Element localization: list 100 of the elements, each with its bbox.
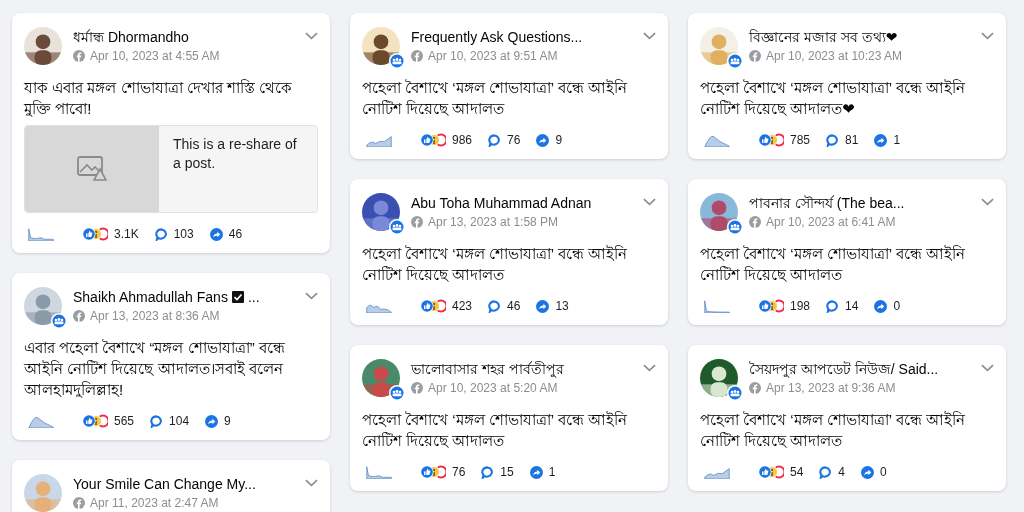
comment-icon (154, 227, 168, 241)
comment-count: 14 (845, 299, 859, 313)
page-name[interactable]: সৈয়দপুর আপডেট নিউজ/ Said... (749, 360, 939, 378)
share-icon (861, 465, 875, 479)
comment-count: 104 (169, 414, 190, 428)
share-icon (536, 133, 550, 147)
page-name[interactable]: বিজ্ঞানের মজার সব তথ্য❤ (749, 28, 898, 46)
comment-icon (819, 465, 833, 479)
post-text: পহেলা বৈশাখে ‘মঙ্গল শোভাযাত্রা’ বন্ধে আইনি নোটিশ দিয়েছে আদালত (362, 244, 628, 285)
shared-post-preview[interactable]: This is a re-share of a post. (24, 125, 318, 213)
reaction-count: 986 (452, 133, 473, 147)
comment-count: 81 (845, 133, 859, 147)
page-name[interactable]: ধর্মান্ধ Dhormandho (73, 28, 189, 46)
chevron-down-icon[interactable] (981, 198, 994, 206)
post-date[interactable]: Apr 10, 2023 at 9:51 AM (428, 49, 558, 63)
group-badge-icon (727, 219, 743, 235)
post-date[interactable]: Apr 10, 2023 at 5:20 AM (428, 381, 558, 395)
broken-image-icon (77, 156, 107, 182)
group-badge-icon (389, 385, 405, 401)
post-date[interactable]: Apr 10, 2023 at 10:23 AM (766, 49, 903, 63)
reaction-count: 423 (452, 299, 473, 313)
comment-count: 15 (500, 465, 514, 479)
page-name[interactable]: Shaikh Ahmadullah Fans (73, 288, 228, 306)
share-icon (874, 299, 888, 313)
facebook-icon (411, 216, 423, 228)
share-icon (529, 465, 543, 479)
chevron-down-icon[interactable] (305, 32, 318, 40)
reaction-count: 3.1K (114, 227, 139, 241)
share-count: 0 (893, 299, 901, 313)
reactions-icon (82, 227, 108, 241)
chevron-down-icon[interactable] (981, 364, 994, 372)
post-text: পহেলা বৈশাখে ‘মঙ্গল শোভাযাত্রা’ বন্ধে আইনি নোটিশ দিয়েছে আদালত (700, 410, 966, 451)
comment-icon (481, 465, 495, 479)
share-icon (536, 299, 550, 313)
facebook-icon (73, 50, 85, 62)
comment-icon (826, 299, 840, 313)
comment-count: 103 (173, 227, 194, 241)
chevron-down-icon[interactable] (643, 198, 656, 206)
share-count: 0 (880, 465, 887, 479)
reaction-count: 54 (790, 465, 804, 479)
reactions-icon (420, 299, 446, 313)
share-count: 9 (224, 414, 231, 428)
group-badge-icon (389, 219, 405, 235)
reactions-icon (758, 299, 784, 313)
reaction-count: 565 (114, 414, 135, 428)
page-name[interactable]: Abu Toha Muhammad Adnan (411, 194, 592, 212)
facebook-icon (411, 382, 423, 394)
chevron-down-icon[interactable] (305, 292, 318, 300)
reactions-icon (758, 465, 784, 479)
comment-icon (488, 299, 502, 313)
reactions-icon (420, 465, 446, 479)
facebook-icon (749, 216, 761, 228)
name-ellipsis: ... (247, 288, 260, 306)
facebook-icon (73, 497, 85, 509)
post-text: যাক এবার মঙ্গল শোভাযাত্রা দেখার শাস্তি থেকে মুক্তি পাবো! (24, 78, 293, 119)
reaction-count: 198 (790, 299, 811, 313)
shared-post-text: This is a re-share of a post. (159, 126, 317, 212)
page-name[interactable]: পাবনার সৌন্দর্য (The bea... (749, 194, 905, 212)
page-name[interactable]: Your Smile Can Change My... (73, 475, 256, 493)
post-text: পহেলা বৈশাখে ‘মঙ্গল শোভাযাত্রা’ বন্ধে আইনি নোটিশ দিয়েছে আদালত (362, 78, 628, 119)
comment-count: 46 (507, 299, 521, 313)
post-text: পহেলা বৈশাখে ‘মঙ্গল শোভাযাত্রা’ বন্ধে আইনি নোটিশ দিয়েছে আদালত (362, 410, 628, 451)
reaction-count: 76 (452, 465, 466, 479)
chevron-down-icon[interactable] (981, 32, 994, 40)
facebook-icon (749, 382, 761, 394)
share-count: 1 (548, 465, 556, 479)
group-badge-icon (389, 53, 405, 69)
reaction-count: 785 (790, 133, 811, 147)
share-count: 13 (555, 299, 569, 313)
comment-count: 4 (838, 465, 846, 479)
post-date[interactable]: Apr 13, 2023 at 9:36 AM (766, 381, 896, 395)
comment-count: 76 (507, 133, 521, 147)
post-date[interactable]: Apr 10, 2023 at 4:55 AM (90, 49, 220, 63)
group-badge-icon (727, 385, 743, 401)
post-date[interactable]: Apr 10, 2023 at 6:41 AM (766, 215, 896, 229)
share-icon (205, 414, 219, 428)
comment-icon (488, 133, 502, 147)
checkbox-icon (231, 291, 244, 303)
share-count: 9 (555, 133, 563, 147)
post-text: পহেলা বৈশাখে ‘মঙ্গল শোভাযাত্রা’ বন্ধে আইনি নোটিশ দিয়েছে আদালত❤ (700, 78, 966, 119)
share-icon (209, 227, 223, 241)
page-name[interactable]: Frequently Ask Questions... (411, 28, 583, 46)
comment-icon (150, 414, 164, 428)
page-name[interactable]: ভালোবাসার শহর পার্বতীপুর (411, 360, 564, 378)
reactions-icon (82, 414, 108, 428)
share-count: 1 (893, 133, 901, 147)
post-date[interactable]: Apr 13, 2023 at 8:36 AM (90, 309, 220, 323)
facebook-icon (73, 310, 85, 322)
chevron-down-icon[interactable] (643, 364, 656, 372)
share-icon (874, 133, 888, 147)
post-date[interactable]: Apr 13, 2023 at 1:58 PM (428, 215, 559, 229)
comment-icon (826, 133, 840, 147)
reactions-icon (758, 133, 784, 147)
group-badge-icon (51, 313, 67, 329)
post-date[interactable]: Apr 11, 2023 at 2:47 AM (90, 496, 219, 510)
facebook-icon (411, 50, 423, 62)
chevron-down-icon[interactable] (305, 479, 318, 487)
chevron-down-icon[interactable] (643, 32, 656, 40)
reactions-icon (420, 133, 446, 147)
group-badge-icon (727, 53, 743, 69)
